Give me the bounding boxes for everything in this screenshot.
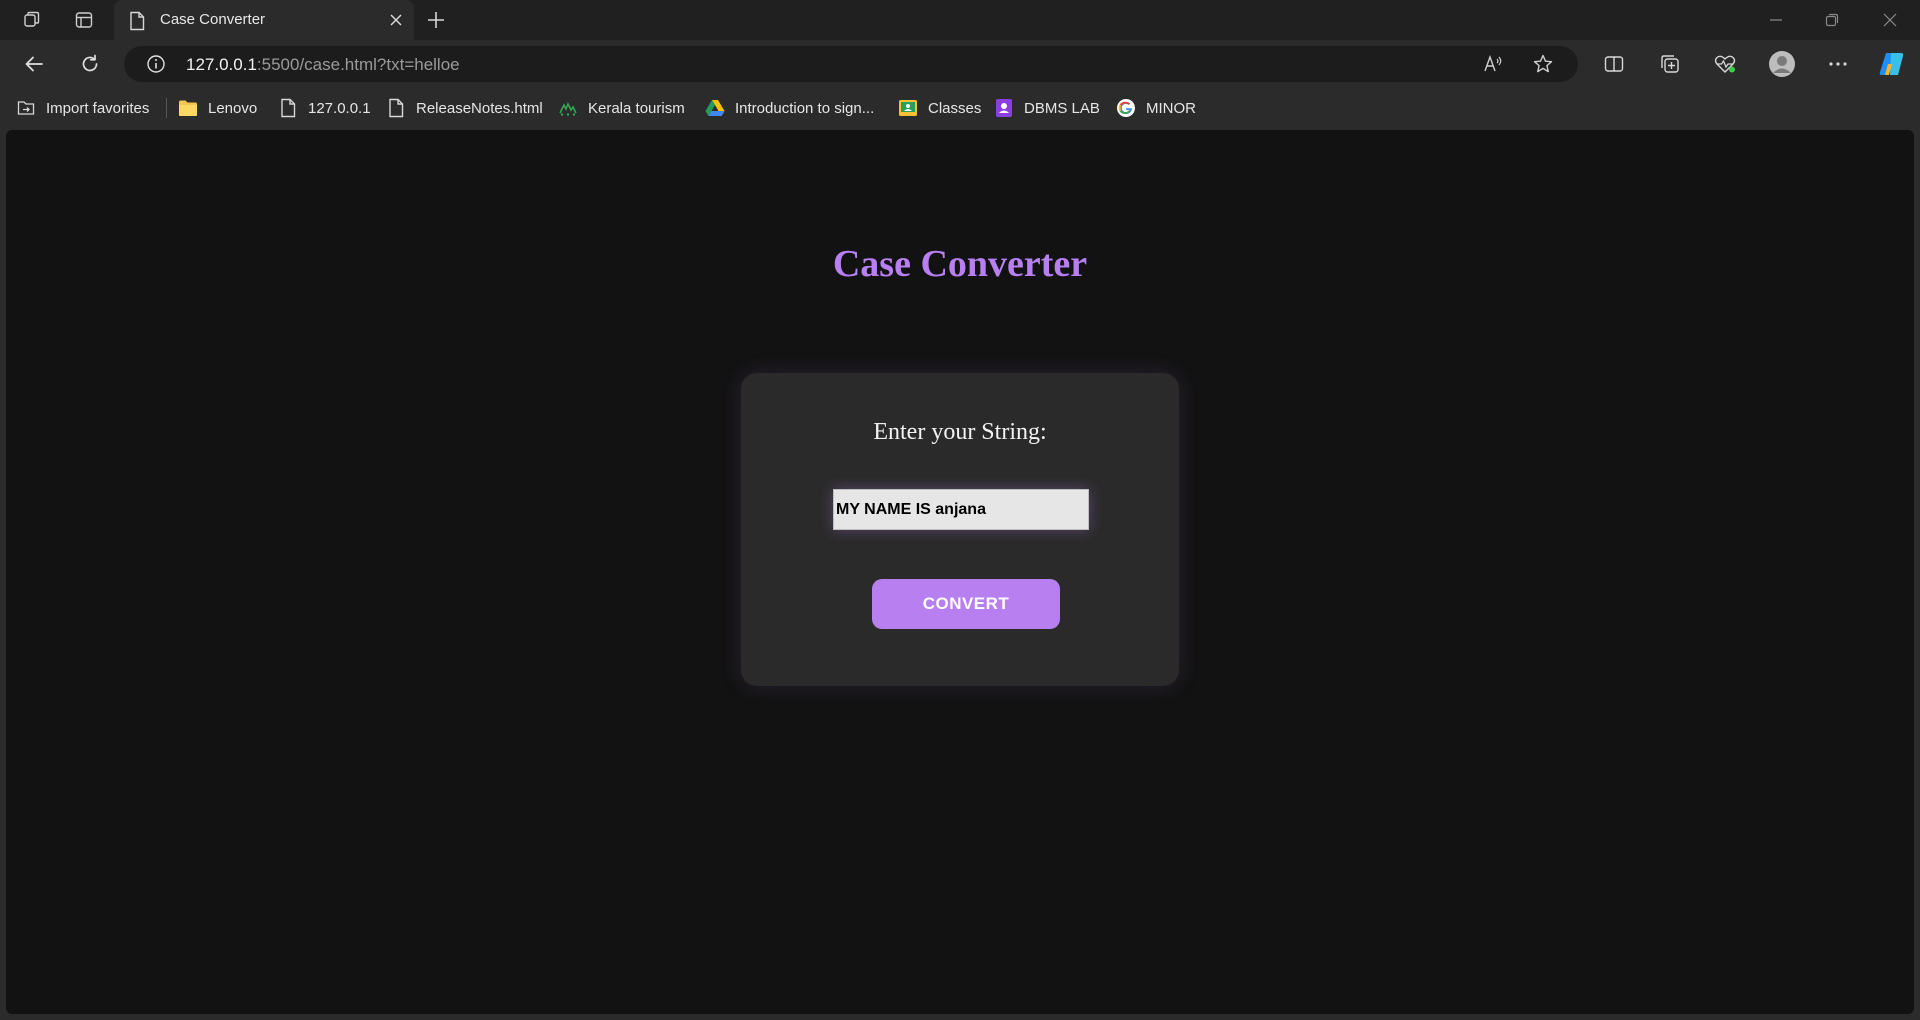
favorite-label: Classes bbox=[928, 99, 982, 117]
contact-icon bbox=[994, 98, 1014, 118]
favorite-dbms-lab[interactable]: DBMS LAB bbox=[994, 96, 1100, 120]
browser-toolbar: 127.0.0.1:5500/case.html?txt=helloe bbox=[0, 40, 1920, 88]
favorites-divider bbox=[166, 98, 167, 118]
favorite-lenovo[interactable]: Lenovo bbox=[178, 96, 257, 120]
page-icon bbox=[130, 11, 145, 31]
collections-button[interactable] bbox=[1652, 47, 1688, 81]
page-icon bbox=[278, 98, 298, 118]
more-options-icon bbox=[1829, 62, 1847, 66]
close-icon[interactable] bbox=[388, 12, 404, 28]
new-tab-button[interactable] bbox=[420, 4, 452, 36]
page-title: Case Converter bbox=[832, 243, 1088, 285]
kerala-tourism-icon bbox=[558, 98, 578, 118]
converter-card: Enter your String: CONVERT bbox=[741, 373, 1179, 686]
split-screen-button[interactable] bbox=[1596, 47, 1632, 81]
google-drive-icon bbox=[705, 98, 725, 118]
read-aloud-icon[interactable] bbox=[1482, 53, 1504, 75]
folder-icon bbox=[178, 98, 198, 118]
workspaces-button[interactable] bbox=[12, 4, 52, 36]
page-viewport: Case Converter Enter your String: CONVER… bbox=[6, 130, 1914, 1014]
back-button[interactable] bbox=[16, 47, 52, 81]
favorite-star-icon[interactable] bbox=[1532, 53, 1554, 75]
favorite-label: Introduction to sign... bbox=[735, 99, 875, 117]
favorite-kerala-tourism[interactable]: Kerala tourism bbox=[558, 96, 685, 120]
restore-button[interactable] bbox=[1804, 0, 1860, 40]
restore-icon bbox=[1825, 13, 1839, 27]
page-icon bbox=[386, 98, 406, 118]
favorite-label: MINOR bbox=[1146, 99, 1196, 117]
favorite-label: Kerala tourism bbox=[588, 99, 685, 117]
minimize-icon bbox=[1770, 19, 1782, 21]
string-input[interactable] bbox=[833, 489, 1089, 530]
close-window-button[interactable] bbox=[1862, 0, 1918, 40]
google-icon bbox=[1116, 98, 1136, 118]
title-bar: Case Converter bbox=[0, 0, 1920, 40]
favorite-classes[interactable]: Classes bbox=[898, 96, 981, 120]
tab-actions-icon bbox=[75, 12, 93, 28]
favorite-introduction-to-sign[interactable]: Introduction to sign... bbox=[705, 96, 874, 120]
avatar-icon bbox=[1769, 51, 1795, 77]
url-text[interactable]: 127.0.0.1:5500/case.html?txt=helloe bbox=[186, 55, 460, 75]
heart-pulse-icon bbox=[1714, 55, 1736, 73]
favorite-label: Lenovo bbox=[208, 99, 258, 117]
workspaces-icon bbox=[24, 11, 40, 27]
copilot-button[interactable] bbox=[1874, 47, 1910, 81]
browser-essentials-button[interactable] bbox=[1707, 47, 1743, 81]
favorite-label: ReleaseNotes.html bbox=[416, 99, 543, 117]
address-bar[interactable]: 127.0.0.1:5500/case.html?txt=helloe bbox=[124, 46, 1578, 82]
classroom-icon bbox=[898, 98, 918, 118]
convert-button[interactable]: CONVERT bbox=[872, 579, 1060, 629]
collections-icon bbox=[1661, 55, 1679, 73]
back-arrow-icon bbox=[25, 56, 43, 72]
url-path: :5500/case.html?txt=helloe bbox=[256, 55, 460, 74]
favorite-label: Import favorites bbox=[46, 99, 150, 117]
plus-icon bbox=[428, 12, 444, 28]
minimize-button[interactable] bbox=[1748, 0, 1804, 40]
close-window-icon bbox=[1883, 13, 1897, 27]
favorite-127-0-0-1[interactable]: 127.0.0.1 bbox=[278, 96, 371, 120]
refresh-button[interactable] bbox=[72, 47, 108, 81]
split-screen-icon bbox=[1604, 56, 1624, 72]
favorite-label: 127.0.0.1 bbox=[308, 99, 371, 117]
tab-title: Case Converter bbox=[160, 11, 266, 28]
settings-more-button[interactable] bbox=[1820, 47, 1856, 81]
favorite-releasenotes[interactable]: ReleaseNotes.html bbox=[386, 96, 543, 120]
favorite-label: DBMS LAB bbox=[1024, 99, 1100, 117]
input-label: Enter your String: bbox=[873, 419, 1047, 445]
copilot-icon bbox=[1879, 53, 1904, 75]
favorite-minor[interactable]: MINOR bbox=[1116, 96, 1196, 120]
tab-case-converter[interactable]: Case Converter bbox=[114, 0, 414, 40]
vertical-tabs-button[interactable] bbox=[64, 4, 104, 36]
profile-button[interactable] bbox=[1764, 47, 1800, 81]
site-info-icon[interactable] bbox=[146, 54, 166, 74]
refresh-icon bbox=[82, 54, 98, 72]
import-favorites-icon bbox=[16, 98, 36, 118]
favorite-import-favorites[interactable]: Import favorites bbox=[16, 96, 149, 120]
url-host: 127.0.0.1 bbox=[186, 55, 257, 74]
